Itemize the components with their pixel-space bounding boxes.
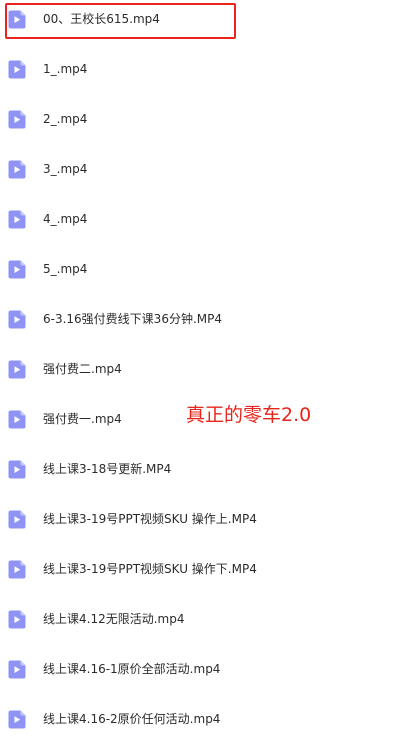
video-file-icon: [8, 410, 26, 429]
file-row-14[interactable]: 线上课4.16-2原价任何活动.mp4: [0, 700, 412, 740]
file-name: 3_.mp4: [43, 162, 88, 176]
file-row-5[interactable]: 5_.mp4: [0, 250, 412, 290]
file-row-2[interactable]: 2_.mp4: [0, 100, 412, 140]
video-file-icon: [8, 110, 26, 129]
file-row-12[interactable]: 线上课4.12无限活动.mp4: [0, 600, 412, 640]
file-name: 强付费一.mp4: [43, 412, 122, 426]
file-row-1[interactable]: 1_.mp4: [0, 50, 412, 90]
video-file-icon: [8, 310, 26, 329]
video-file-icon: [8, 610, 26, 629]
file-name: 线上课3-19号PPT视频SKU 操作上.MP4: [43, 512, 257, 526]
file-row-10[interactable]: 线上课3-19号PPT视频SKU 操作上.MP4: [0, 500, 412, 540]
file-row-4[interactable]: 4_.mp4: [0, 200, 412, 240]
file-name: 线上课3-19号PPT视频SKU 操作下.MP4: [43, 562, 257, 576]
video-file-icon: [8, 160, 26, 179]
file-row-13[interactable]: 线上课4.16-1原价全部活动.mp4: [0, 650, 412, 690]
video-file-icon: [8, 460, 26, 479]
file-name: 强付费二.mp4: [43, 362, 122, 376]
file-name: 线上课4.12无限活动.mp4: [43, 612, 185, 626]
file-row-3[interactable]: 3_.mp4: [0, 150, 412, 190]
file-name: 2_.mp4: [43, 112, 88, 126]
video-file-icon: [8, 710, 26, 729]
file-row-9[interactable]: 线上课3-18号更新.MP4: [0, 450, 412, 490]
file-row-6[interactable]: 6-3.16强付费线下课36分钟.MP4: [0, 300, 412, 340]
video-file-icon: [8, 560, 26, 579]
file-name: 4_.mp4: [43, 212, 88, 226]
red-annotation-text: 真正的零车2.0: [186, 404, 312, 426]
video-file-icon: [8, 10, 26, 29]
file-name: 线上课4.16-2原价任何活动.mp4: [43, 712, 221, 726]
file-name: 00、王校长615.mp4: [43, 12, 160, 26]
video-file-icon: [8, 660, 26, 679]
file-name: 线上课3-18号更新.MP4: [43, 462, 172, 476]
file-name: 6-3.16强付费线下课36分钟.MP4: [43, 312, 222, 326]
video-file-icon: [8, 60, 26, 79]
video-file-icon: [8, 510, 26, 529]
video-file-icon: [8, 210, 26, 229]
video-file-icon: [8, 260, 26, 279]
file-row-7[interactable]: 强付费二.mp4: [0, 350, 412, 390]
video-file-icon: [8, 360, 26, 379]
file-name: 5_.mp4: [43, 262, 88, 276]
file-name: 1_.mp4: [43, 62, 88, 76]
file-row-0[interactable]: 00、王校长615.mp4: [0, 0, 412, 40]
file-row-11[interactable]: 线上课3-19号PPT视频SKU 操作下.MP4: [0, 550, 412, 590]
file-name: 线上课4.16-1原价全部活动.mp4: [43, 662, 221, 676]
